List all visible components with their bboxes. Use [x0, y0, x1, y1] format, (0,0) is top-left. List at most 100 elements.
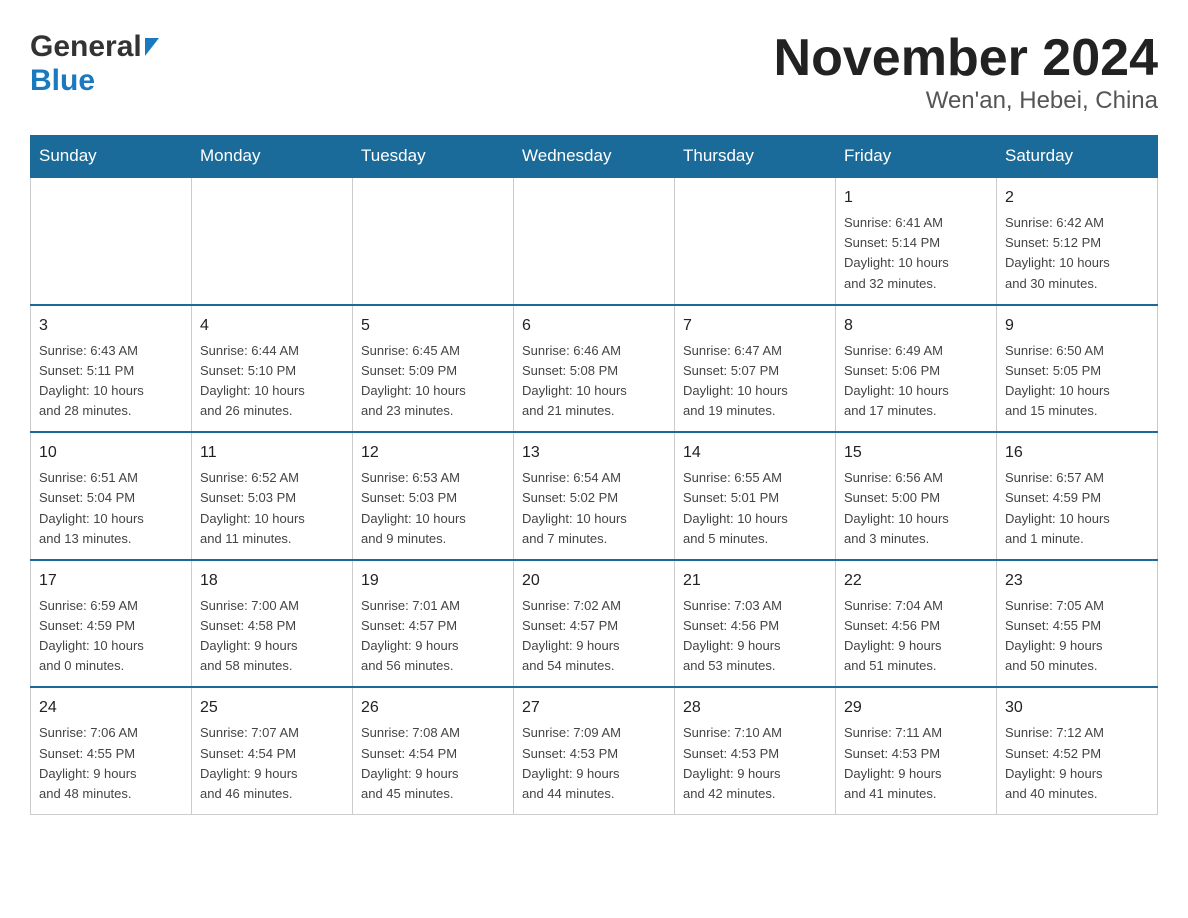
day-cell: 17 Sunrise: 6:59 AMSunset: 4:59 PMDayligh… [31, 560, 192, 688]
day-info: Sunrise: 6:55 AMSunset: 5:01 PMDaylight:… [683, 468, 827, 549]
day-cell: 5 Sunrise: 6:45 AMSunset: 5:09 PMDaylight… [353, 305, 514, 433]
day-info: Sunrise: 7:06 AMSunset: 4:55 PMDaylight:… [39, 723, 183, 804]
week-row-4: 17 Sunrise: 6:59 AMSunset: 4:59 PMDayligh… [31, 560, 1158, 688]
day-cell [192, 177, 353, 305]
day-cell: 10Sunrise: 6:51 AMSunset: 5:04 PMDayligh… [31, 432, 192, 560]
logo-blue-text: Blue [30, 64, 95, 98]
day-info: Sunrise: 7:00 AMSunset: 4:58 PMDaylight:… [200, 596, 344, 677]
day-number: 15 [844, 441, 988, 465]
day-info: Sunrise: 6:56 AMSunset: 5:00 PMDaylight:… [844, 468, 988, 549]
day-header-friday: Friday [836, 136, 997, 178]
page-header: General Blue November 2024 Wen'an, Hebei… [30, 30, 1158, 115]
day-cell: 13Sunrise: 6:54 AMSunset: 5:02 PMDayligh… [514, 432, 675, 560]
day-info: Sunrise: 7:03 AMSunset: 4:56 PMDaylight:… [683, 596, 827, 677]
day-info: Sunrise: 7:05 AMSunset: 4:55 PMDaylight:… [1005, 596, 1149, 677]
week-row-3: 10Sunrise: 6:51 AMSunset: 5:04 PMDayligh… [31, 432, 1158, 560]
day-cell: 20 Sunrise: 7:02 AMSunset: 4:57 PMDayligh… [514, 560, 675, 688]
day-number: 7 [683, 314, 827, 338]
week-row-1: 1Sunrise: 6:41 AMSunset: 5:14 PMDaylight… [31, 177, 1158, 305]
logo: General Blue [30, 30, 159, 98]
day-info: Sunrise: 7:07 AMSunset: 4:54 PMDaylight:… [200, 723, 344, 804]
day-number: 16 [1005, 441, 1149, 465]
day-number: 21 [683, 569, 827, 593]
day-number: 2 [1005, 186, 1149, 210]
title-block: November 2024 Wen'an, Hebei, China [774, 30, 1158, 115]
calendar-subtitle: Wen'an, Hebei, China [774, 87, 1158, 115]
day-cell: 21 Sunrise: 7:03 AMSunset: 4:56 PMDayligh… [675, 560, 836, 688]
day-number: 14 [683, 441, 827, 465]
calendar-header-row: SundayMondayTuesdayWednesdayThursdayFrid… [31, 136, 1158, 178]
day-cell: 22 Sunrise: 7:04 AMSunset: 4:56 PMDayligh… [836, 560, 997, 688]
day-number: 27 [522, 696, 666, 720]
day-info: Sunrise: 6:46 AMSunset: 5:08 PMDaylight:… [522, 341, 666, 422]
week-row-2: 3Sunrise: 6:43 AMSunset: 5:11 PMDaylight… [31, 305, 1158, 433]
day-cell: 12 Sunrise: 6:53 AMSunset: 5:03 PMDayligh… [353, 432, 514, 560]
day-cell: 7 Sunrise: 6:47 AMSunset: 5:07 PMDaylight… [675, 305, 836, 433]
day-number: 20 [522, 569, 666, 593]
day-cell: 16Sunrise: 6:57 AMSunset: 4:59 PMDayligh… [997, 432, 1158, 560]
day-info: Sunrise: 6:44 AMSunset: 5:10 PMDaylight:… [200, 341, 344, 422]
day-cell: 24 Sunrise: 7:06 AMSunset: 4:55 PMDayligh… [31, 687, 192, 814]
day-number: 8 [844, 314, 988, 338]
day-cell: 18 Sunrise: 7:00 AMSunset: 4:58 PMDayligh… [192, 560, 353, 688]
day-info: Sunrise: 7:04 AMSunset: 4:56 PMDaylight:… [844, 596, 988, 677]
day-number: 18 [200, 569, 344, 593]
day-cell: 25 Sunrise: 7:07 AMSunset: 4:54 PMDayligh… [192, 687, 353, 814]
day-number: 11 [200, 441, 344, 465]
day-number: 19 [361, 569, 505, 593]
day-number: 17 [39, 569, 183, 593]
logo-general-text: General [30, 30, 142, 64]
day-cell: 8 Sunrise: 6:49 AMSunset: 5:06 PMDaylight… [836, 305, 997, 433]
week-row-5: 24 Sunrise: 7:06 AMSunset: 4:55 PMDayligh… [31, 687, 1158, 814]
day-cell: 14 Sunrise: 6:55 AMSunset: 5:01 PMDayligh… [675, 432, 836, 560]
day-number: 30 [1005, 696, 1149, 720]
day-header-sunday: Sunday [31, 136, 192, 178]
day-cell: 3Sunrise: 6:43 AMSunset: 5:11 PMDaylight… [31, 305, 192, 433]
day-cell [514, 177, 675, 305]
day-info: Sunrise: 6:47 AMSunset: 5:07 PMDaylight:… [683, 341, 827, 422]
day-info: Sunrise: 6:59 AMSunset: 4:59 PMDaylight:… [39, 596, 183, 677]
day-info: Sunrise: 6:52 AMSunset: 5:03 PMDaylight:… [200, 468, 344, 549]
day-header-wednesday: Wednesday [514, 136, 675, 178]
day-info: Sunrise: 6:42 AMSunset: 5:12 PMDaylight:… [1005, 213, 1149, 294]
day-info: Sunrise: 6:54 AMSunset: 5:02 PMDaylight:… [522, 468, 666, 549]
calendar-title: November 2024 [774, 30, 1158, 87]
day-info: Sunrise: 7:09 AMSunset: 4:53 PMDaylight:… [522, 723, 666, 804]
day-cell: 15 Sunrise: 6:56 AMSunset: 5:00 PMDayligh… [836, 432, 997, 560]
day-info: Sunrise: 7:02 AMSunset: 4:57 PMDaylight:… [522, 596, 666, 677]
day-number: 25 [200, 696, 344, 720]
day-cell: 27 Sunrise: 7:09 AMSunset: 4:53 PMDayligh… [514, 687, 675, 814]
day-number: 12 [361, 441, 505, 465]
day-number: 22 [844, 569, 988, 593]
day-cell: 23 Sunrise: 7:05 AMSunset: 4:55 PMDayligh… [997, 560, 1158, 688]
day-number: 4 [200, 314, 344, 338]
day-info: Sunrise: 6:49 AMSunset: 5:06 PMDaylight:… [844, 341, 988, 422]
day-info: Sunrise: 6:50 AMSunset: 5:05 PMDaylight:… [1005, 341, 1149, 422]
day-number: 24 [39, 696, 183, 720]
day-cell: 19 Sunrise: 7:01 AMSunset: 4:57 PMDayligh… [353, 560, 514, 688]
day-info: Sunrise: 6:45 AMSunset: 5:09 PMDaylight:… [361, 341, 505, 422]
day-info: Sunrise: 6:53 AMSunset: 5:03 PMDaylight:… [361, 468, 505, 549]
day-header-monday: Monday [192, 136, 353, 178]
day-header-thursday: Thursday [675, 136, 836, 178]
day-info: Sunrise: 7:12 AMSunset: 4:52 PMDaylight:… [1005, 723, 1149, 804]
day-cell: 28 Sunrise: 7:10 AMSunset: 4:53 PMDayligh… [675, 687, 836, 814]
day-cell [353, 177, 514, 305]
day-number: 5 [361, 314, 505, 338]
day-header-tuesday: Tuesday [353, 136, 514, 178]
day-number: 10 [39, 441, 183, 465]
day-number: 28 [683, 696, 827, 720]
day-cell [31, 177, 192, 305]
day-cell: 30 Sunrise: 7:12 AMSunset: 4:52 PMDayligh… [997, 687, 1158, 814]
day-cell [675, 177, 836, 305]
day-info: Sunrise: 7:11 AMSunset: 4:53 PMDaylight:… [844, 723, 988, 804]
day-info: Sunrise: 6:43 AMSunset: 5:11 PMDaylight:… [39, 341, 183, 422]
day-header-saturday: Saturday [997, 136, 1158, 178]
day-info: Sunrise: 7:01 AMSunset: 4:57 PMDaylight:… [361, 596, 505, 677]
day-info: Sunrise: 7:10 AMSunset: 4:53 PMDaylight:… [683, 723, 827, 804]
day-cell: 2 Sunrise: 6:42 AMSunset: 5:12 PMDaylight… [997, 177, 1158, 305]
logo-arrow-icon [145, 38, 159, 56]
day-cell: 9Sunrise: 6:50 AMSunset: 5:05 PMDaylight… [997, 305, 1158, 433]
day-number: 23 [1005, 569, 1149, 593]
day-info: Sunrise: 7:08 AMSunset: 4:54 PMDaylight:… [361, 723, 505, 804]
